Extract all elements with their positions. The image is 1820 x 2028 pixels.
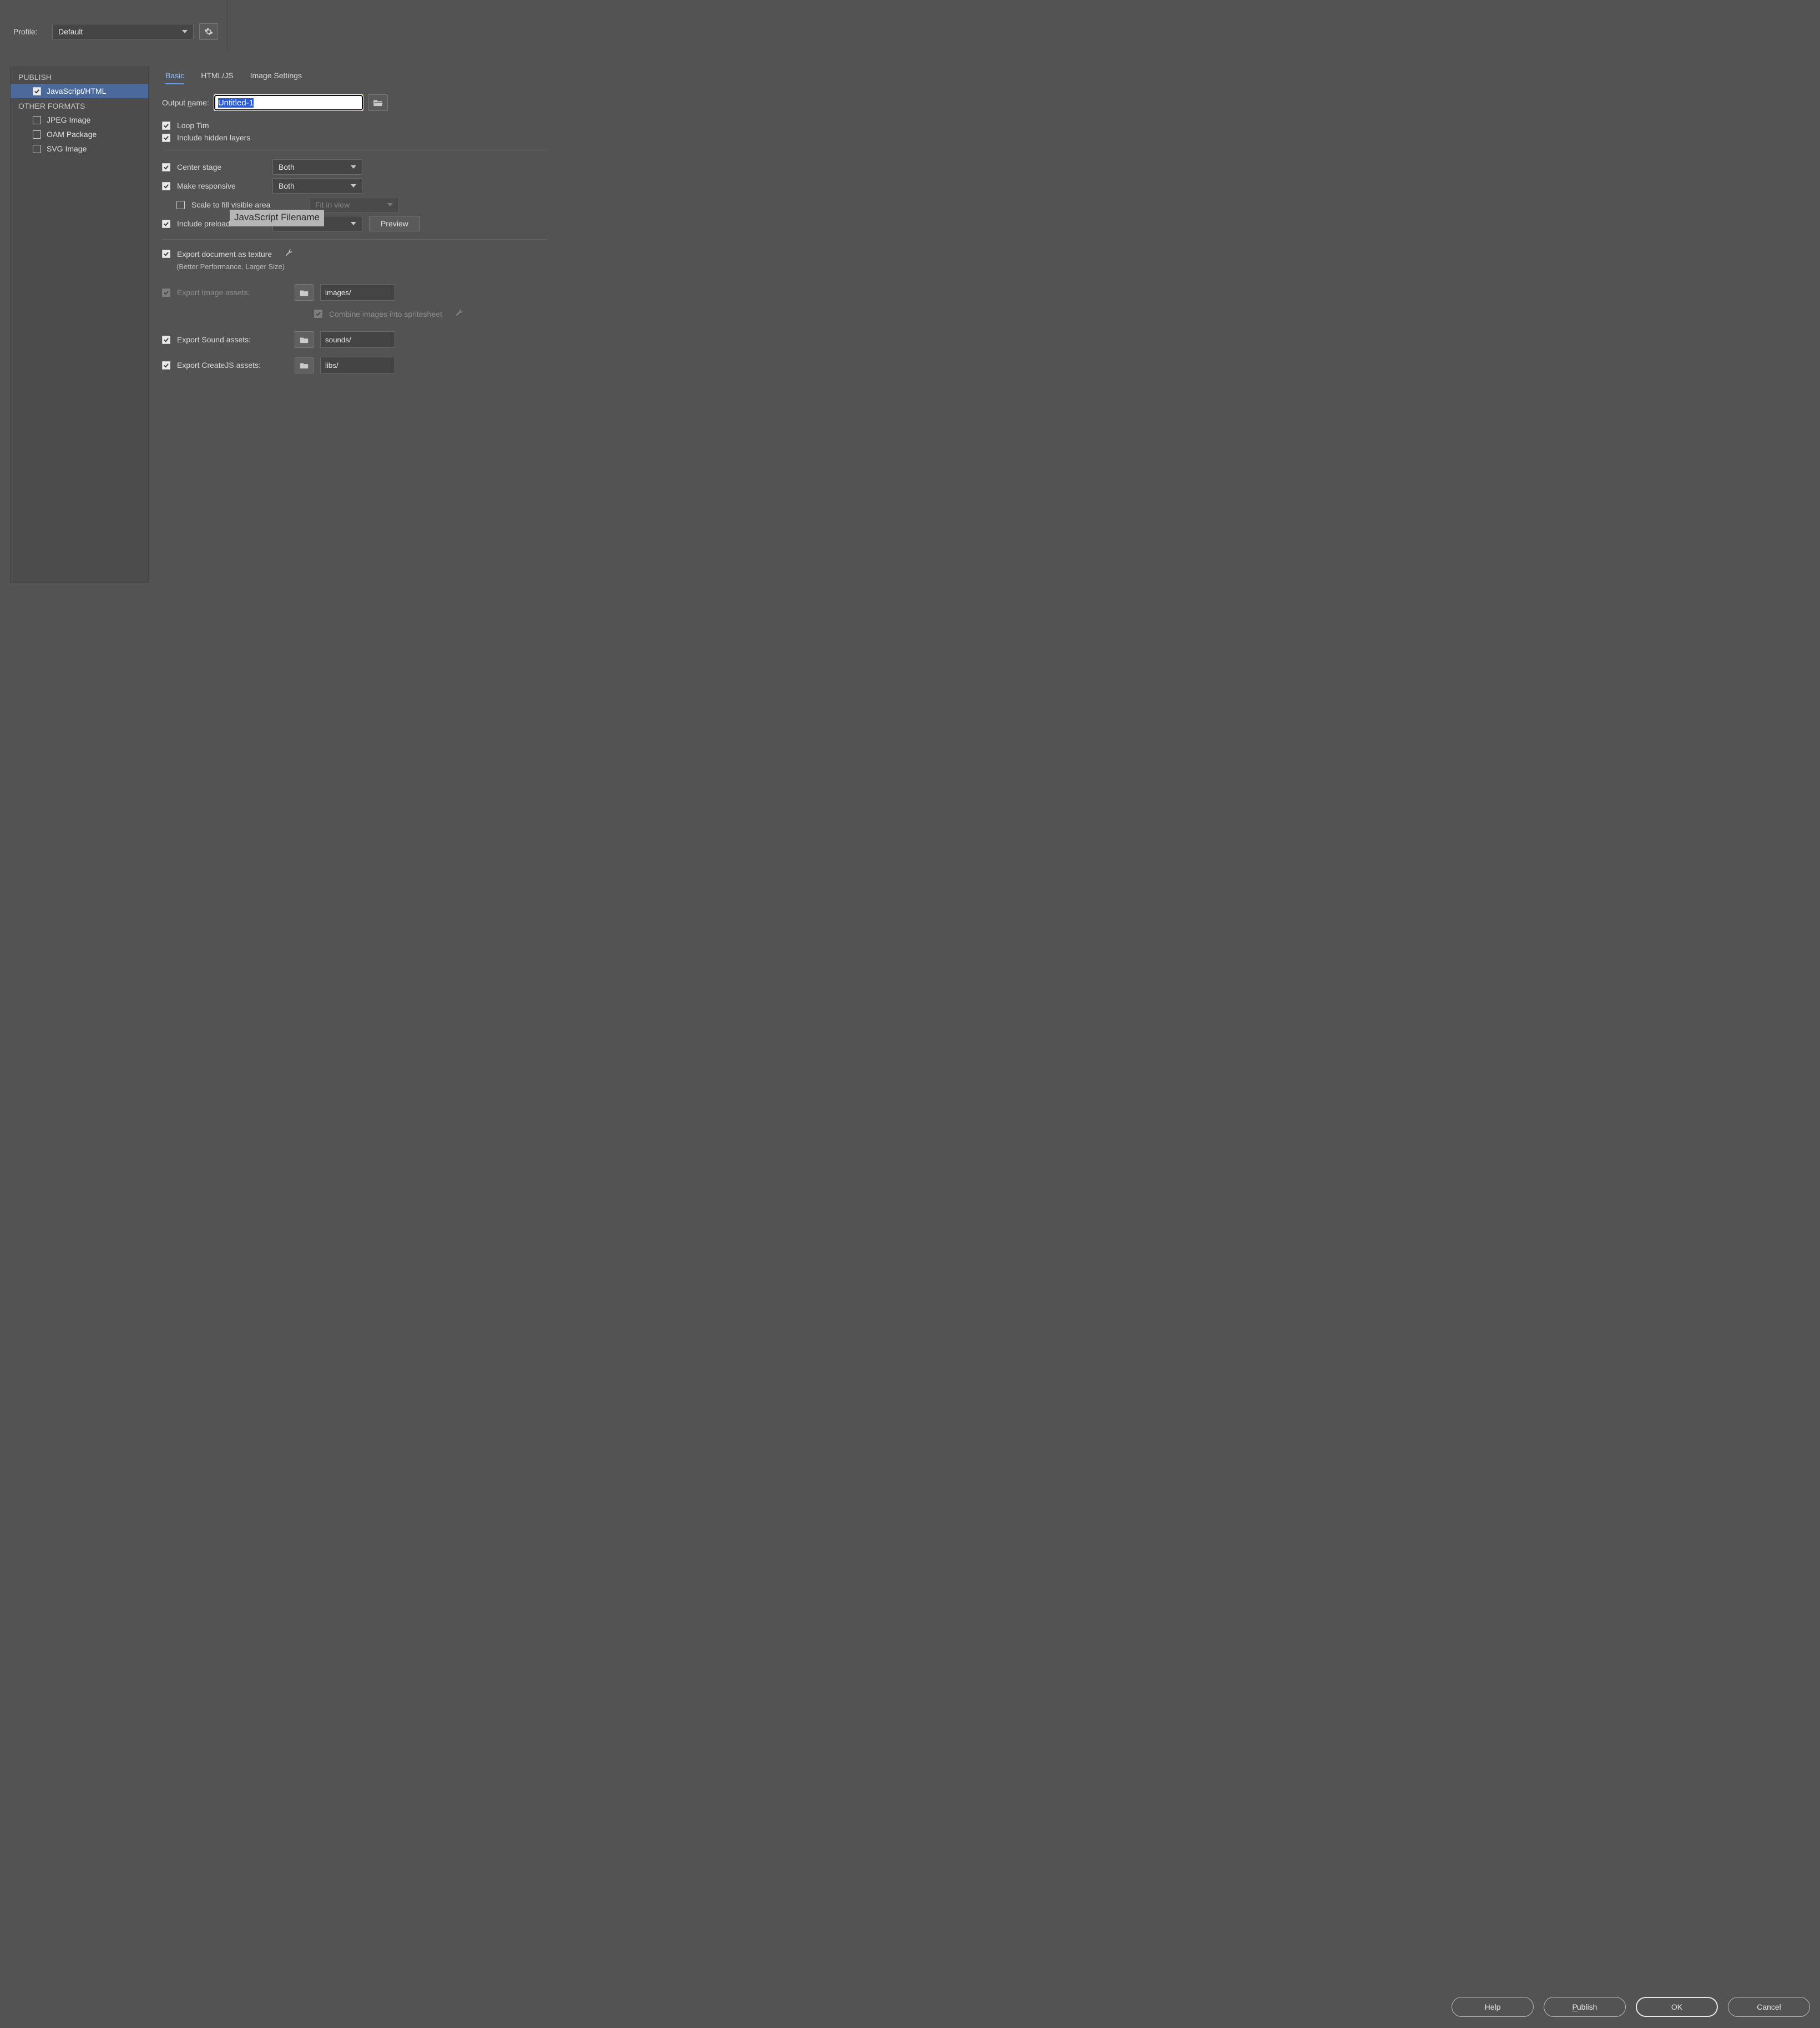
output-name-field-wrap <box>214 94 363 111</box>
images-path-input[interactable] <box>320 284 395 301</box>
combine-spritesheet-label: Combine images into spritesheet <box>329 310 442 318</box>
sidebar-item-label: JavaScript/HTML <box>47 87 106 95</box>
separator <box>162 239 547 240</box>
checkbox-jshtml[interactable] <box>33 87 41 95</box>
libs-folder-button[interactable] <box>295 357 314 373</box>
checkbox-include-preloader[interactable] <box>162 220 170 228</box>
center-stage-value: Both <box>279 163 295 171</box>
chevron-down-icon <box>351 222 356 225</box>
cancel-button[interactable]: Cancel <box>1728 1997 1810 2017</box>
export-texture-label: Export document as texture <box>177 250 272 259</box>
export-image-label: Export Image assets: <box>177 288 288 297</box>
preview-button[interactable]: Preview <box>369 216 420 231</box>
responsive-value: Both <box>279 181 295 190</box>
scale-mode-value: Fit in view <box>315 200 350 209</box>
ok-button[interactable]: OK <box>1636 1997 1718 2017</box>
checkbox-include-hidden[interactable] <box>162 134 170 142</box>
checkbox-center-stage[interactable] <box>162 163 170 171</box>
chevron-down-icon <box>351 165 356 169</box>
export-createjs-label: Export CreateJS assets: <box>177 361 288 370</box>
checkbox-jpeg[interactable] <box>33 116 41 124</box>
profile-settings-button[interactable] <box>199 23 218 40</box>
loop-timeline-label: Loop Tim <box>177 121 209 130</box>
sidebar-item-label: JPEG Image <box>47 115 90 124</box>
center-stage-label: Center stage <box>177 163 266 171</box>
wrench-icon[interactable] <box>284 249 293 259</box>
sidebar-item-svg[interactable]: SVG Image <box>11 141 148 156</box>
export-sound-label: Export Sound assets: <box>177 335 288 344</box>
output-name-label: Output name: <box>162 98 209 107</box>
checkbox-oam[interactable] <box>33 130 41 139</box>
sidebar-item-jpeg[interactable]: JPEG Image <box>11 113 148 127</box>
sounds-folder-button[interactable] <box>295 331 314 348</box>
checkbox-export-sound[interactable] <box>162 336 170 344</box>
tooltip-js-filename: JavaScript Filename <box>230 210 324 226</box>
checkbox-svg[interactable] <box>33 145 41 153</box>
output-folder-button[interactable] <box>368 94 388 111</box>
profile-select[interactable]: Default <box>52 24 194 39</box>
scale-fill-label: Scale to fill visible area <box>191 200 302 209</box>
checkbox-scale-fill[interactable] <box>176 201 185 209</box>
tab-image-settings[interactable]: Image Settings <box>250 71 302 84</box>
images-folder-button[interactable] <box>295 284 314 301</box>
folder-icon <box>300 336 309 343</box>
chevron-down-icon <box>351 184 356 188</box>
responsive-select[interactable]: Both <box>272 178 362 194</box>
sidebar-head-other: OTHER FORMATS <box>11 98 148 113</box>
checkbox-export-createjs[interactable] <box>162 361 170 370</box>
sidebar-item-label: SVG Image <box>47 144 87 153</box>
profile-value: Default <box>58 27 83 36</box>
sidebar-head-publish: PUBLISH <box>11 69 148 84</box>
checkbox-make-responsive[interactable] <box>162 182 170 190</box>
wrench-icon <box>454 309 463 319</box>
profile-label: Profile: <box>13 27 47 36</box>
gear-icon <box>204 27 213 36</box>
sidebar-item-jshtml[interactable]: JavaScript/HTML <box>11 84 148 98</box>
make-responsive-label: Make responsive <box>177 181 266 190</box>
help-button[interactable]: Help <box>1452 1997 1534 2017</box>
publish-button[interactable]: Publish <box>1544 1997 1626 2017</box>
chevron-down-icon <box>182 30 188 33</box>
center-stage-select[interactable]: Both <box>272 159 362 175</box>
tab-basic[interactable]: Basic <box>165 71 184 84</box>
checkbox-loop-timeline[interactable] <box>162 122 170 130</box>
sidebar: PUBLISH JavaScript/HTML OTHER FORMATS JP… <box>10 67 149 583</box>
libs-path-input[interactable] <box>320 357 395 373</box>
output-name-input[interactable] <box>215 95 362 110</box>
tab-htmljs[interactable]: HTML/JS <box>201 71 233 84</box>
folder-icon <box>300 362 309 369</box>
sounds-path-input[interactable] <box>320 331 395 348</box>
sidebar-item-oam[interactable]: OAM Package <box>11 127 148 141</box>
checkbox-export-texture[interactable] <box>162 250 170 258</box>
sidebar-item-label: OAM Package <box>47 130 97 139</box>
chevron-down-icon <box>387 203 393 206</box>
texture-hint: (Better Performance, Larger Size) <box>176 262 547 271</box>
checkbox-export-image <box>162 289 170 297</box>
folder-icon <box>300 289 309 296</box>
folder-open-icon <box>373 99 383 107</box>
checkbox-combine-spritesheet <box>314 310 322 318</box>
include-hidden-label: Include hidden layers <box>177 133 250 142</box>
